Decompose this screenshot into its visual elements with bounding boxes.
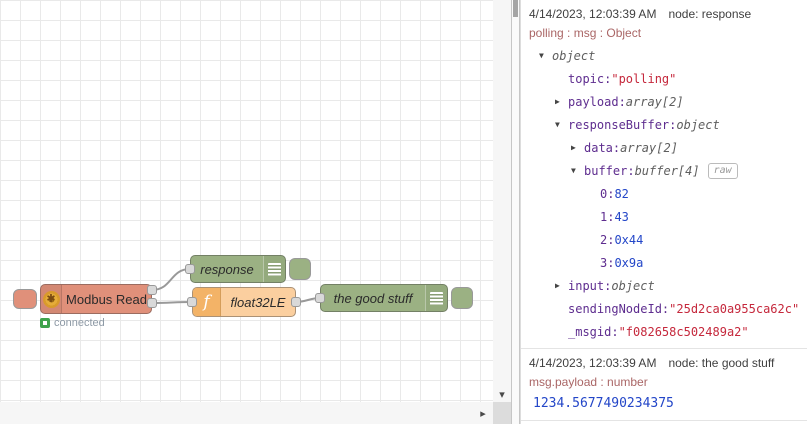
tree-row: topic: "polling" xyxy=(529,67,803,90)
tree-value: array[2] xyxy=(625,94,684,109)
tree-value: array[2] xyxy=(620,140,678,155)
port-float32-output[interactable] xyxy=(291,297,301,307)
tree-key: sendingNodeId: xyxy=(568,301,670,316)
collapse-arrow-icon[interactable]: ▶ xyxy=(555,281,568,290)
modbus-status: connected xyxy=(40,317,105,329)
node-label: Modbus Read xyxy=(66,291,147,307)
collapse-arrow-icon[interactable]: ▶ xyxy=(571,143,584,152)
tree-key: input: xyxy=(568,278,612,293)
port-float32-input[interactable] xyxy=(187,297,197,307)
debug-toggle-button-goodstuff[interactable] xyxy=(451,287,473,309)
tree-row: ▶ input: object xyxy=(529,274,803,297)
node-float32le[interactable]: f float32LE xyxy=(192,287,296,317)
tree-value: "25d2ca0a955ca62c" xyxy=(669,301,800,316)
status-text: connected xyxy=(54,317,105,329)
modbus-node-button[interactable] xyxy=(13,289,37,309)
canvas-horizontal-scrollbar[interactable]: ▸ xyxy=(0,402,493,424)
sidebar-scrollbar-thumb[interactable] xyxy=(513,0,518,17)
port-goodstuff-input[interactable] xyxy=(315,293,325,303)
tree-row: ▶ data: array[2] xyxy=(529,136,803,159)
timestamp: 4/14/2023, 12:03:39 AM xyxy=(529,356,657,370)
raw-button[interactable]: raw xyxy=(707,162,738,179)
debug-toggle-button-response[interactable] xyxy=(289,258,311,280)
source-node-name: node: response xyxy=(668,7,752,21)
timestamp: 4/14/2023, 12:03:39 AM xyxy=(529,7,657,21)
debug-message-header: 4/14/2023, 12:03:39 AM node: the good stu… xyxy=(529,354,803,372)
node-red-window: ✱ Modbus Read connected response f float… xyxy=(0,0,807,424)
sidebar-scrollbar[interactable] xyxy=(511,0,520,424)
tree-row: 0: 82 xyxy=(529,182,803,205)
source-node-name: node: the good stuff xyxy=(668,356,775,370)
tree-value: 43 xyxy=(614,209,629,224)
expand-arrow-icon[interactable]: ▼ xyxy=(555,120,568,129)
tree-key: buffer: xyxy=(584,163,635,178)
scroll-right-icon[interactable]: ▸ xyxy=(475,402,491,424)
tree-row: ▶ payload: array[2] xyxy=(529,90,803,113)
tree-row: 2: 0x44 xyxy=(529,228,803,251)
debug-tree: ▼ object topic: "polling" ▶ payload: array[2… xyxy=(529,44,803,343)
tree-value: "f082658c502489a2" xyxy=(618,324,749,339)
port-response-input[interactable] xyxy=(185,264,195,274)
modbus-gear-icon: ✱ xyxy=(41,285,63,313)
wires-layer xyxy=(151,268,321,304)
debug-message-meta: polling : msg : Object xyxy=(529,26,642,40)
tree-key: responseBuffer: xyxy=(568,117,677,132)
port-modbus-output-1[interactable] xyxy=(147,285,157,295)
tree-key: data: xyxy=(584,140,621,155)
node-label: float32LE xyxy=(230,294,286,310)
node-label: response xyxy=(200,261,254,277)
expand-arrow-icon[interactable]: ▼ xyxy=(539,51,552,60)
debug-message-response: 4/14/2023, 12:03:39 AM node: response pol… xyxy=(521,0,807,349)
tree-value: 82 xyxy=(614,186,629,201)
debug-sidebar: 4/14/2023, 12:03:39 AM node: response pol… xyxy=(520,0,807,424)
collapse-arrow-icon[interactable]: ▶ xyxy=(555,97,568,106)
node-modbus-read[interactable]: ✱ Modbus Read xyxy=(40,284,152,314)
tree-row: ▼ buffer: buffer[4] raw xyxy=(529,159,803,182)
tree-key: 3: xyxy=(600,255,615,270)
tree-row: 3: 0x9a xyxy=(529,251,803,274)
tree-key: payload: xyxy=(568,94,626,109)
tree-value: 0x44 xyxy=(614,232,644,247)
tree-value: 0x9a xyxy=(614,255,644,270)
port-modbus-output-2[interactable] xyxy=(147,298,157,308)
scrollbar-corner xyxy=(493,402,511,424)
debug-message-header: 4/14/2023, 12:03:39 AM node: response xyxy=(529,5,803,23)
tree-key: 1: xyxy=(600,209,615,224)
scroll-down-icon[interactable]: ▾ xyxy=(493,386,511,402)
tree-key: 2: xyxy=(600,232,615,247)
tree-row: ▼ object xyxy=(529,44,803,67)
tree-row: 1: 43 xyxy=(529,205,803,228)
node-label: the good stuff xyxy=(333,290,413,306)
debug-output-icon xyxy=(263,256,285,282)
payload-number-value: 1234.5677490234375 xyxy=(533,396,674,411)
tree-value: buffer[4] xyxy=(634,163,700,178)
tree-row: ▼ responseBuffer: object xyxy=(529,113,803,136)
tree-key: _msgid: xyxy=(568,324,619,339)
tree-key: 0: xyxy=(600,186,615,201)
tree-row: sendingNodeId: "25d2ca0a955ca62c" xyxy=(529,297,803,320)
tree-value: object xyxy=(676,117,720,132)
debug-message-meta: msg.payload : number xyxy=(529,375,648,389)
debug-output-icon xyxy=(425,285,447,311)
node-the-good-stuff[interactable]: the good stuff xyxy=(320,284,448,312)
wire-modbus-to-float32[interactable] xyxy=(151,301,193,304)
function-icon: f xyxy=(193,288,221,316)
tree-row: _msgid: "f082658c502489a2" xyxy=(529,320,803,343)
debug-message-goodstuff: 4/14/2023, 12:03:39 AM node: the good stu… xyxy=(521,349,807,421)
node-response[interactable]: response xyxy=(190,255,286,283)
status-ring-icon xyxy=(40,318,50,328)
tree-value: "polling" xyxy=(611,71,677,86)
tree-key: topic: xyxy=(568,71,612,86)
expand-arrow-icon[interactable]: ▼ xyxy=(571,166,584,175)
flow-canvas[interactable]: ✱ Modbus Read connected response f float… xyxy=(0,0,493,402)
canvas-vertical-scrollbar[interactable]: ▾ xyxy=(493,0,511,402)
tree-value: object xyxy=(552,48,596,63)
tree-value: object xyxy=(611,278,655,293)
